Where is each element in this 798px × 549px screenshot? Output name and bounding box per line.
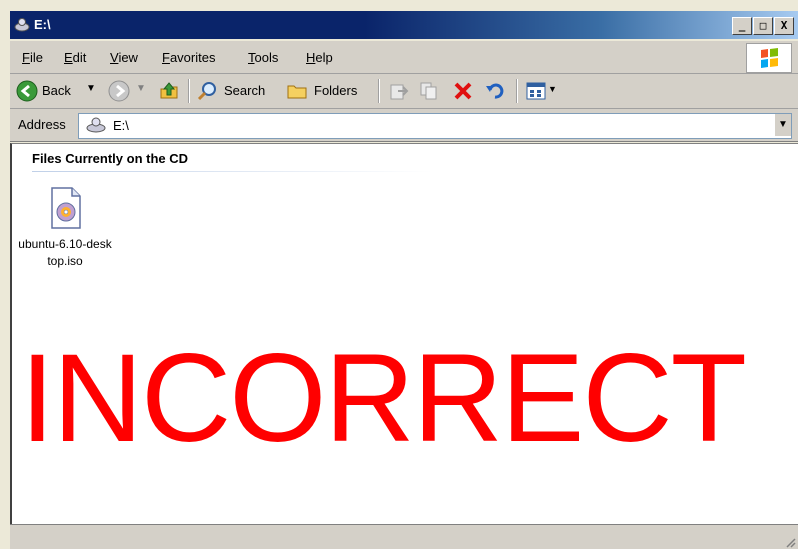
windows-logo xyxy=(746,43,792,73)
back-button[interactable]: Back ▼ xyxy=(14,77,106,105)
back-label: Back xyxy=(42,83,71,98)
address-input[interactable]: E:\ ▼ xyxy=(78,113,792,139)
incorrect-stamp: INCORRECT xyxy=(20,329,747,468)
menu-favorites[interactable]: Favorites xyxy=(162,50,215,65)
menu-tools[interactable]: Tools xyxy=(248,50,278,65)
minimize-button[interactable]: _ xyxy=(732,17,752,35)
explorer-window: E:\ _ □ X File Edit View Favorites Tools… xyxy=(0,0,798,549)
search-icon xyxy=(197,82,216,101)
resize-grip-icon[interactable] xyxy=(784,536,796,548)
file-name: ubuntu-6.10-desktop.iso xyxy=(18,237,112,268)
views-grid-icon xyxy=(526,82,546,100)
cd-drive-icon xyxy=(14,18,30,32)
menu-help[interactable]: Help xyxy=(306,50,333,65)
standard-toolbar: Back ▼ ▼ Search Folders ▼ xyxy=(10,74,798,109)
move-to-icon[interactable] xyxy=(388,80,410,102)
views-dropdown-icon[interactable]: ▼ xyxy=(548,84,557,94)
menu-view[interactable]: View xyxy=(110,50,138,65)
search-button[interactable]: Search xyxy=(194,77,282,105)
forward-arrow-icon xyxy=(108,80,130,102)
disc-image-icon xyxy=(48,186,82,230)
back-dropdown-icon[interactable]: ▼ xyxy=(86,83,96,94)
file-item[interactable]: ubuntu-6.10-desktop.iso xyxy=(18,186,112,270)
close-button[interactable]: X xyxy=(774,17,794,35)
forward-dropdown-icon[interactable]: ▼ xyxy=(136,83,146,94)
back-arrow-icon xyxy=(16,80,38,102)
cd-drive-icon xyxy=(86,117,106,133)
maximize-button[interactable]: □ xyxy=(753,17,773,35)
undo-icon[interactable] xyxy=(484,80,506,102)
address-bar: Address E:\ ▼ xyxy=(10,109,798,142)
window-title: E:\ xyxy=(34,17,51,32)
folders-button[interactable]: Folders xyxy=(284,77,374,105)
toolbar-separator xyxy=(378,79,380,103)
delete-icon[interactable] xyxy=(452,80,474,102)
title-bar[interactable]: E:\ _ □ X xyxy=(10,11,798,39)
address-label: Address xyxy=(18,117,66,132)
group-divider xyxy=(32,171,432,172)
file-list-pane[interactable]: Files Currently on the CD ubuntu-6.10-de… xyxy=(10,143,798,524)
menu-bar: File Edit View Favorites Tools Help xyxy=(10,41,798,74)
address-dropdown-icon[interactable]: ▼ xyxy=(774,114,791,136)
status-bar xyxy=(10,524,798,549)
toolbar-separator xyxy=(516,79,518,103)
copy-to-icon[interactable] xyxy=(418,80,440,102)
menu-file[interactable]: File xyxy=(22,50,43,65)
forward-button[interactable]: ▼ xyxy=(106,77,150,105)
search-label: Search xyxy=(224,83,266,98)
group-header: Files Currently on the CD xyxy=(32,151,189,166)
windows-flag-icon xyxy=(761,48,778,68)
folders-label: Folders xyxy=(314,83,358,98)
toolbar-separator xyxy=(188,79,190,103)
up-folder-icon[interactable] xyxy=(158,80,180,102)
menu-edit[interactable]: Edit xyxy=(64,50,86,65)
views-button[interactable]: ▼ xyxy=(524,77,558,105)
folder-icon xyxy=(287,85,307,99)
address-value: E:\ xyxy=(113,118,129,133)
